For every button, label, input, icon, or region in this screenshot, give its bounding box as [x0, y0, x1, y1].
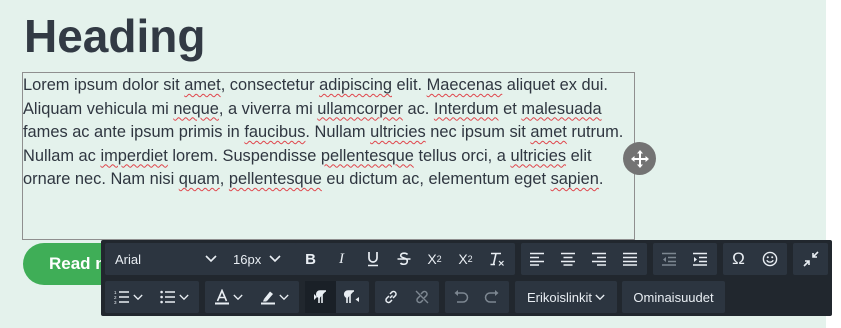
text-run: ac. [402, 99, 434, 118]
misspelled-word: faucibus [244, 123, 306, 141]
redo-icon[interactable] [476, 281, 507, 313]
text-run: et [498, 99, 522, 118]
text-run: . Nullam [305, 123, 371, 141]
text-run: nec ipsum sit [425, 123, 531, 141]
superscript-icon[interactable]: X2 [419, 243, 450, 275]
highlight-icon [260, 291, 275, 305]
text-run: . [598, 170, 604, 188]
misspelled-word: ultricies [370, 123, 426, 141]
chevron-down-icon [232, 294, 243, 300]
chevron-down-icon [595, 294, 605, 300]
outdent-icon[interactable] [653, 243, 684, 275]
misspelled-word: Maecenas [426, 76, 503, 94]
text-run: , a viverra mi [218, 99, 318, 118]
special-links-dropdown[interactable]: Erikoislinkit [515, 281, 617, 313]
font-group: Arial 16px [105, 243, 325, 275]
undo-icon[interactable] [445, 281, 476, 313]
align-center-icon[interactable] [552, 243, 583, 275]
align-justify-icon[interactable] [614, 243, 645, 275]
misspelled-word: ultricies [510, 146, 567, 165]
text-run: tellus orci, a [413, 146, 511, 165]
indent-icon[interactable] [684, 243, 715, 275]
text-color-icon [214, 289, 229, 305]
text-run: fames ac ante ipsum primis in [23, 123, 245, 141]
align-group [521, 243, 647, 275]
font-size-value: 16px [233, 251, 262, 267]
ordered-list-button[interactable]: 123 [105, 281, 151, 313]
chevron-down-icon [178, 294, 189, 300]
chevron-down-icon [278, 294, 289, 300]
link-group [375, 281, 439, 313]
text-run: lorem. Suspendisse [167, 146, 321, 165]
move-handle-icon[interactable] [623, 142, 656, 175]
align-left-icon[interactable] [521, 243, 552, 275]
list-group: 123 [105, 281, 199, 313]
formatting-toolbar: Arial 16px B I X2 X2 Ω 1 2 3 Erikoislink… [101, 240, 832, 316]
strikethrough-icon[interactable] [388, 243, 419, 275]
clear-format-icon[interactable] [481, 243, 512, 275]
text-run: eu dictum ac, elementum eget [321, 170, 551, 188]
link-icon[interactable] [375, 281, 406, 313]
bold-icon[interactable]: B [295, 243, 326, 275]
misspelled-word: ullamcorper [317, 99, 403, 118]
chevron-down-icon [132, 294, 143, 300]
properties-label: Ominaisuudet [633, 289, 714, 305]
page-heading[interactable]: Heading [24, 8, 205, 64]
misspelled-word: malesuada [521, 99, 602, 118]
direction-group [305, 281, 369, 313]
special-links-label: Erikoislinkit [526, 289, 592, 305]
highlight-button[interactable] [251, 281, 297, 313]
body-paragraph[interactable]: Lorem ipsum dolor sit amet, consectetur … [23, 74, 643, 192]
font-size-select[interactable]: 16px [225, 243, 287, 275]
text-run: Lorem ipsum dolor sit [23, 76, 185, 94]
view-group [793, 243, 828, 275]
toolbar-row-1: Arial 16px B I X2 X2 Ω [101, 240, 832, 278]
color-group [205, 281, 299, 313]
misspelled-word: amet [184, 76, 221, 94]
properties-group: Ominaisuudet [622, 281, 725, 313]
unordered-list-button[interactable] [151, 281, 197, 313]
special-links-group: Erikoislinkit [515, 281, 617, 313]
misspelled-word: adipiscing [319, 76, 392, 94]
misspelled-word: sapien [550, 170, 599, 188]
misspelled-word: pellentesque [228, 170, 322, 188]
text-run: , consectetur [220, 76, 320, 94]
misspelled-word: imperdiet [100, 146, 168, 165]
misspelled-word: Interdum [433, 99, 499, 118]
font-family-select[interactable]: Arial [105, 243, 225, 275]
italic-icon[interactable]: I [326, 243, 357, 275]
ltr-icon[interactable] [305, 281, 336, 313]
misspelled-word: pellentesque [320, 146, 414, 165]
toolbar-row-2: 123 Erikoislinkit Ominaisuudet [101, 278, 832, 316]
collapse-icon[interactable] [793, 243, 828, 275]
misspelled-word: quam [178, 170, 220, 188]
text-run: elit. [392, 76, 427, 94]
insert-group: Ω [723, 243, 787, 275]
text-run: , [219, 170, 229, 188]
chevron-down-icon [205, 255, 217, 263]
subscript-icon[interactable]: X2 [450, 243, 481, 275]
rtl-icon[interactable] [336, 281, 367, 313]
emoji-icon[interactable] [754, 243, 785, 275]
unlink-icon[interactable] [406, 281, 437, 313]
chevron-down-icon [269, 255, 281, 263]
font-family-value: Arial [115, 251, 142, 267]
properties-button[interactable]: Ominaisuudet [622, 281, 725, 313]
misspelled-word: amet [530, 123, 567, 141]
svg-text:3: 3 [114, 300, 117, 304]
indent-group [653, 243, 717, 275]
special-char-icon[interactable]: Ω [723, 243, 754, 275]
text-style-group: B I X2 X2 [295, 243, 515, 275]
underline-icon[interactable] [357, 243, 388, 275]
text-color-button[interactable] [205, 281, 251, 313]
misspelled-word: neque [173, 99, 219, 118]
align-right-icon[interactable] [583, 243, 614, 275]
history-group [445, 281, 509, 313]
unordered-list-icon [159, 290, 175, 304]
ordered-list-icon: 123 [114, 290, 129, 304]
